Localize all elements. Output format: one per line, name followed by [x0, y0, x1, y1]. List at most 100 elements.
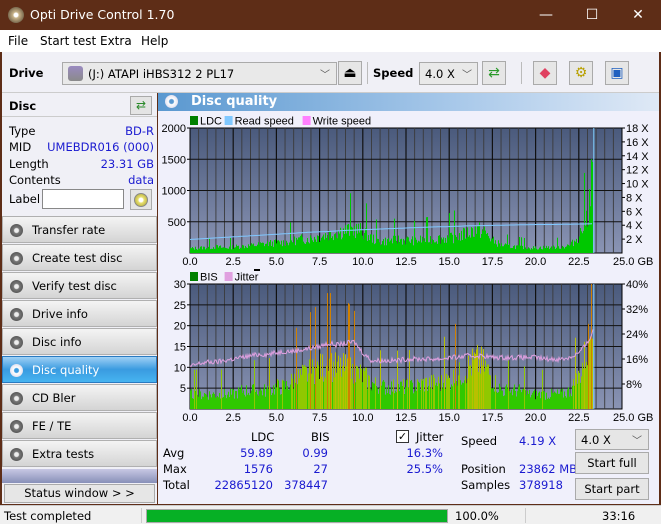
- data-bar: [243, 390, 244, 409]
- eject-button[interactable]: ⏏: [338, 61, 362, 85]
- data-bar: [220, 245, 221, 253]
- data-bar: [539, 391, 540, 409]
- menu-file[interactable]: File: [8, 34, 28, 48]
- close-button[interactable]: ✕: [615, 0, 661, 30]
- test-speed-select[interactable]: 4.0 X ﹀: [575, 429, 649, 450]
- nav-disc-quality[interactable]: Disc quality: [2, 356, 157, 383]
- nav-transfer-rate[interactable]: Transfer rate: [2, 216, 157, 243]
- speed-select[interactable]: 4.0 X ﹀: [419, 62, 478, 85]
- y2-tick-label: 8 X: [626, 192, 643, 204]
- data-bar: [503, 396, 504, 409]
- elapsed-time: 33:16: [602, 509, 636, 523]
- data-bar: [508, 360, 509, 409]
- x-tick-label: 12.5: [395, 256, 416, 268]
- data-bar: [540, 398, 541, 409]
- data-bar: [537, 396, 538, 409]
- data-bar: [566, 397, 567, 409]
- data-bar: [331, 238, 332, 253]
- data-bar: [589, 189, 590, 253]
- data-bar: [438, 376, 439, 409]
- nav-cd-bler[interactable]: CD Bler: [2, 384, 157, 411]
- menu-start-test[interactable]: Start test: [40, 34, 96, 48]
- data-bar: [448, 375, 449, 409]
- data-bar: [248, 392, 249, 409]
- data-bar: [494, 243, 495, 253]
- data-bar: [233, 249, 234, 253]
- nav-label: Extra tests: [32, 447, 95, 461]
- data-bar: [362, 382, 363, 409]
- max-jitter: 25.5%: [406, 462, 443, 476]
- data-bar: [409, 241, 410, 253]
- data-bar: [288, 245, 289, 253]
- data-bar: [317, 361, 318, 409]
- data-bar: [363, 239, 364, 253]
- maximize-button[interactable]: ☐: [569, 0, 615, 30]
- data-bar: [328, 240, 329, 253]
- nav-disc-info[interactable]: Disc info: [2, 328, 157, 355]
- data-bar: [296, 327, 297, 409]
- data-bar: [470, 237, 471, 253]
- data-bar: [551, 388, 552, 409]
- data-bar: [381, 385, 382, 409]
- data-bar: [432, 239, 433, 253]
- data-bar: [449, 377, 450, 409]
- drive-info-icon: [10, 308, 23, 321]
- label-input[interactable]: [42, 189, 124, 209]
- data-bar: [411, 239, 412, 253]
- data-bar: [407, 378, 408, 409]
- erase-button[interactable]: ◆: [533, 61, 557, 85]
- data-bar: [365, 228, 366, 253]
- disc-refresh-button[interactable]: ⇄: [130, 96, 152, 115]
- data-bar: [247, 248, 248, 253]
- refresh-button[interactable]: ⇄: [482, 61, 506, 85]
- data-bar: [517, 245, 518, 253]
- minimize-button[interactable]: —: [523, 0, 569, 30]
- data-bar: [448, 237, 449, 253]
- chevron-down-icon: ﹀: [632, 436, 642, 447]
- toolbar: Drive (J:) ATAPI iHBS312 2 PL17 ﹀ ⏏ Spee…: [2, 52, 659, 93]
- data-bar: [199, 248, 200, 253]
- data-bar: [217, 395, 218, 409]
- disc-panel: Disc ⇄ Type BD-R MID UMEBDR016 (000) Lengt…: [2, 93, 157, 214]
- data-bar: [219, 392, 220, 409]
- data-bar: [417, 242, 418, 253]
- settings-button[interactable]: ⚙: [569, 61, 593, 85]
- disc-contents-key: Contents: [9, 173, 61, 187]
- drive-select[interactable]: (J:) ATAPI iHBS312 2 PL17 ﹀: [62, 62, 337, 85]
- nav-label: Disc info: [32, 335, 82, 349]
- data-bar: [391, 238, 392, 253]
- nav-extra-tests[interactable]: Extra tests: [2, 440, 157, 467]
- data-bar: [346, 366, 347, 409]
- disc-type-row: Type BD-R: [9, 124, 154, 140]
- data-bar: [588, 323, 589, 409]
- data-bar: [381, 244, 382, 253]
- data-bar: [415, 386, 416, 409]
- start-full-button[interactable]: Start full: [575, 452, 649, 474]
- data-bar: [207, 248, 208, 253]
- x-tick-label: 10.0: [352, 256, 373, 268]
- nav-drive-info[interactable]: Drive info: [2, 300, 157, 327]
- nav-fe-te[interactable]: FE / TE: [2, 412, 157, 439]
- data-bar: [495, 240, 496, 253]
- jitter-checkbox[interactable]: ✓: [396, 430, 409, 443]
- data-bar: [397, 243, 398, 253]
- data-bar: [543, 390, 544, 409]
- data-bar: [266, 388, 267, 409]
- label-button[interactable]: [130, 189, 152, 210]
- data-bar: [511, 247, 512, 253]
- status-window-button[interactable]: Status window > >: [4, 484, 155, 503]
- data-bar: [592, 161, 593, 253]
- nav-create-test-disc[interactable]: Create test disc: [2, 244, 157, 271]
- menu-extra[interactable]: Extra: [100, 34, 132, 48]
- x-tick-label: 20.0: [525, 412, 546, 424]
- menu-help[interactable]: Help: [141, 34, 168, 48]
- nav-label: FE / TE: [32, 419, 72, 433]
- legend-swatch-ldc: [190, 116, 198, 125]
- nav-verify-test-disc[interactable]: Verify test disc: [2, 272, 157, 299]
- data-bar: [294, 373, 295, 409]
- start-part-button[interactable]: Start part: [575, 478, 649, 500]
- data-bar: [320, 353, 321, 409]
- data-bar: [231, 249, 232, 253]
- save-button[interactable]: ▣: [605, 61, 629, 85]
- data-bar: [535, 246, 536, 253]
